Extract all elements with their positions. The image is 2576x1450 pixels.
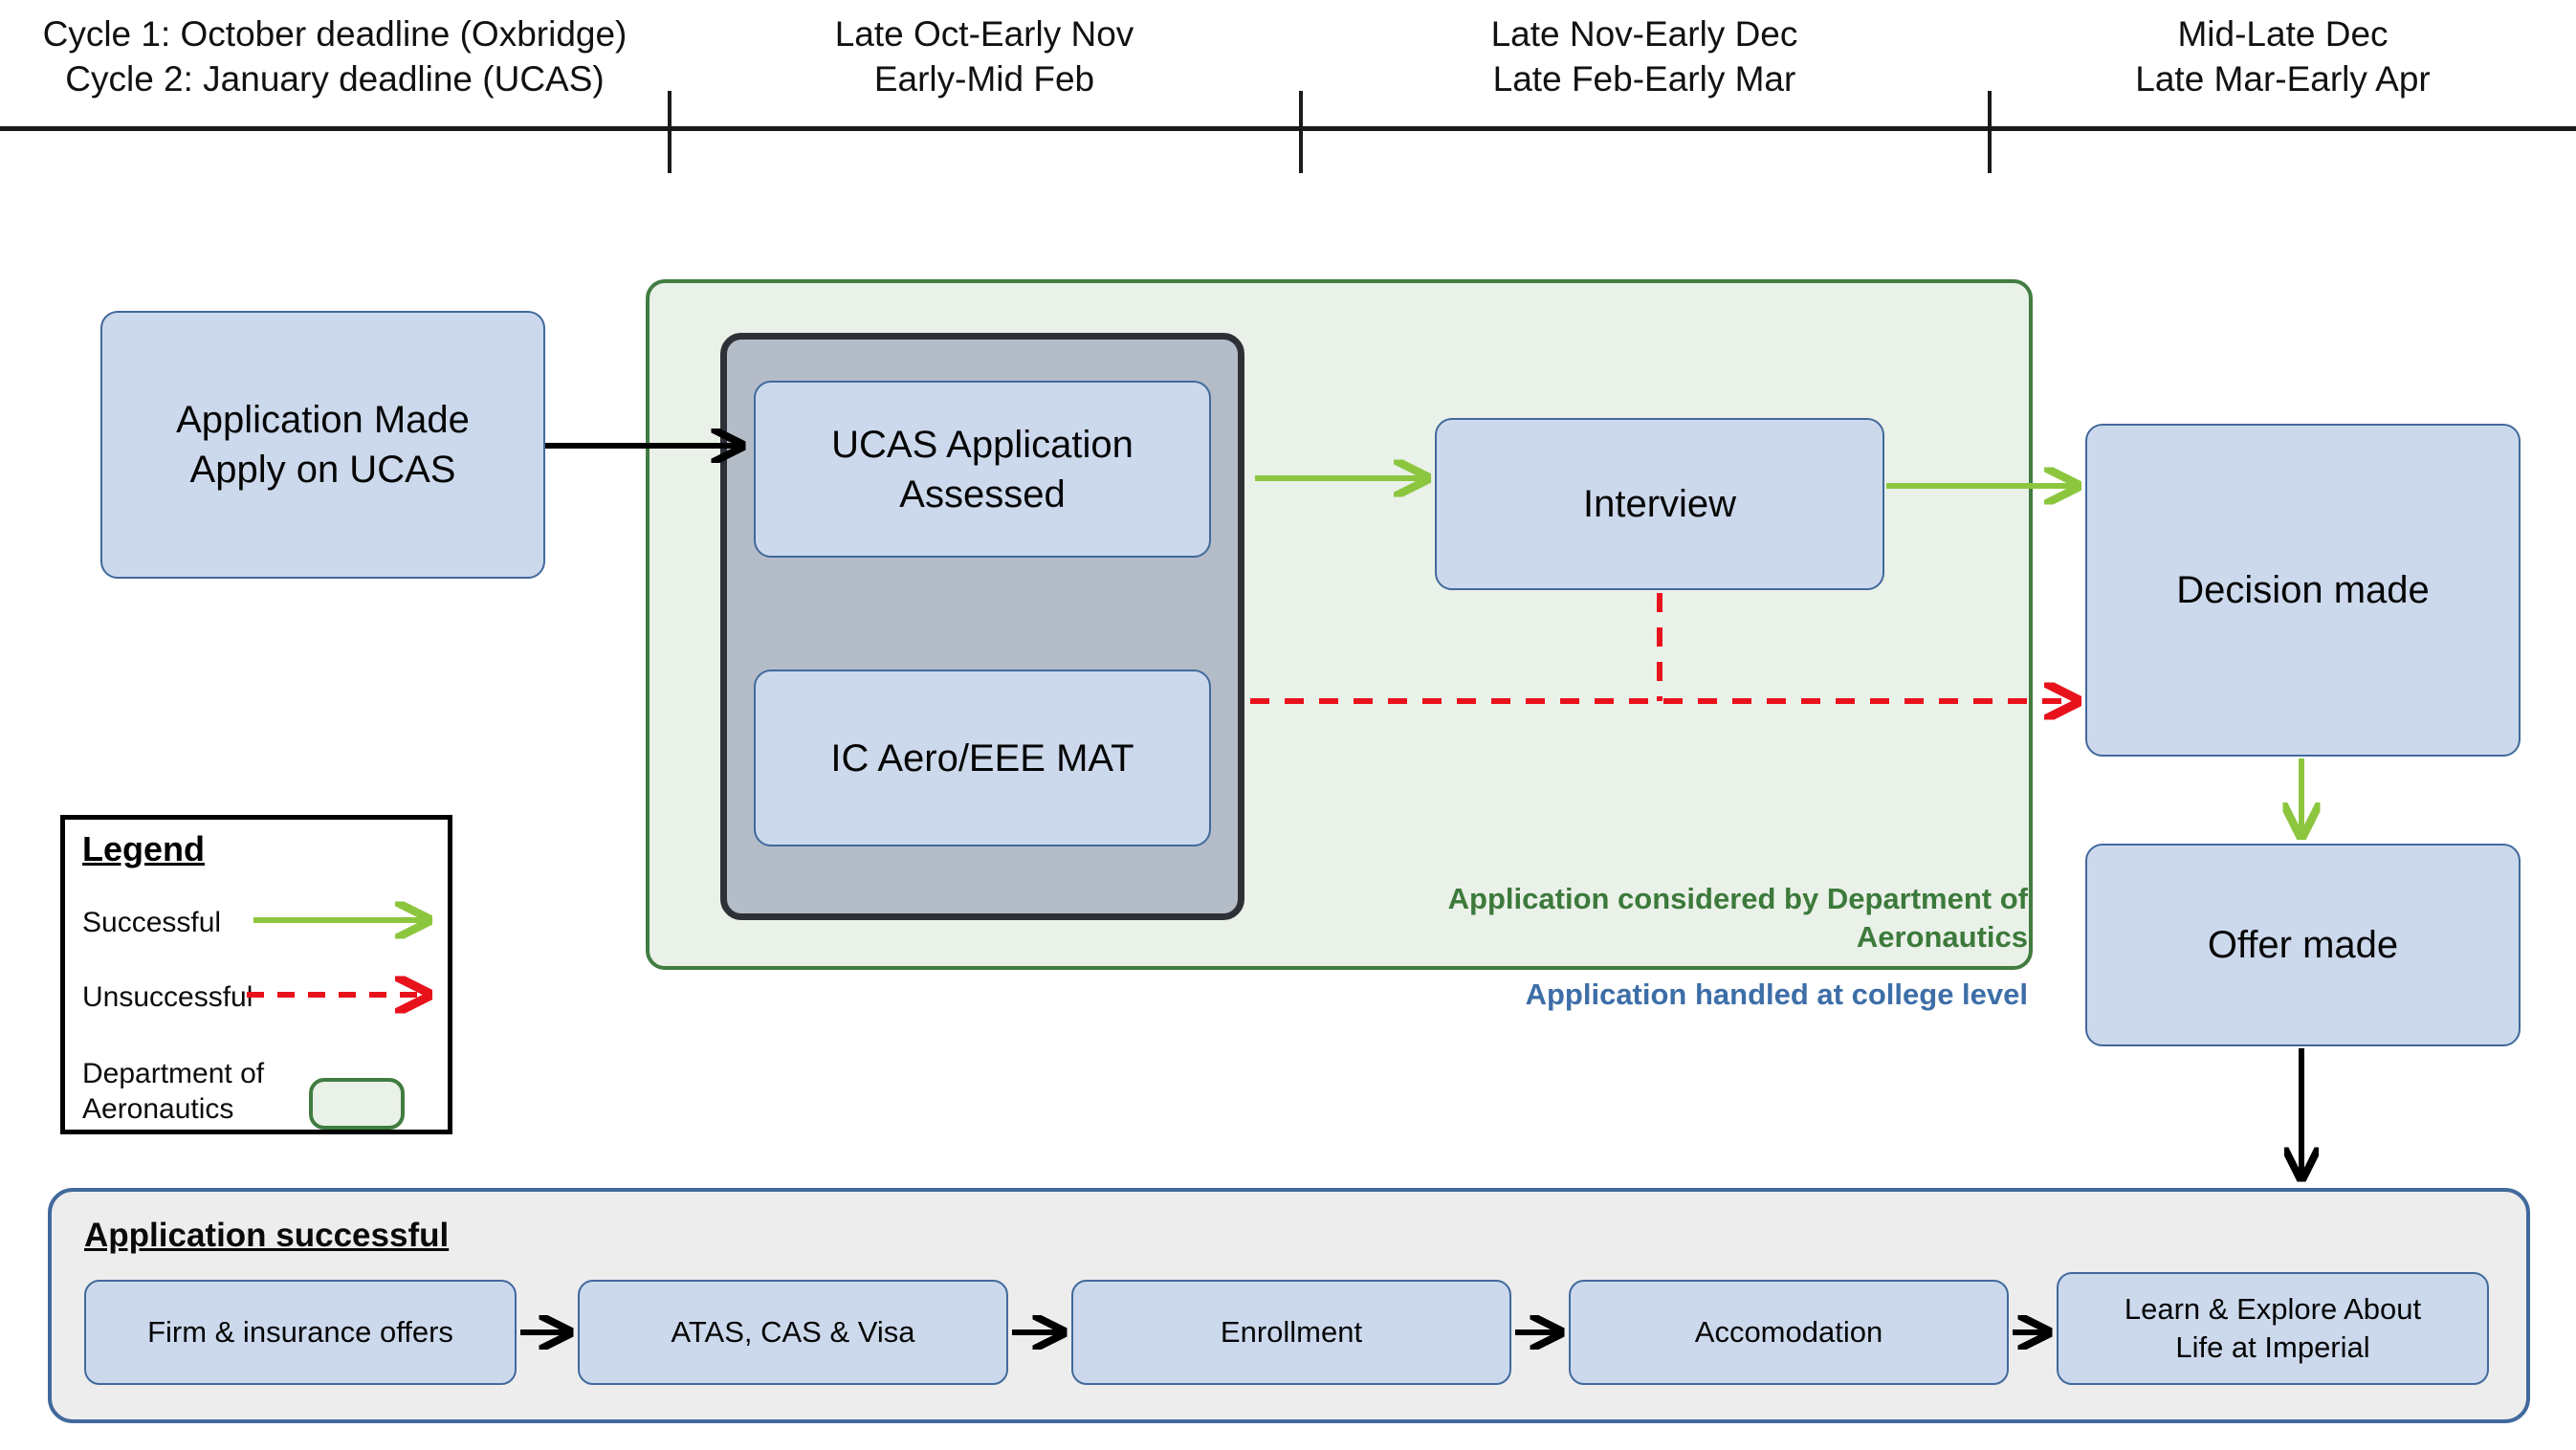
application-successful-title: Application successful: [84, 1217, 450, 1254]
node-offer-made-label: Offer made: [2207, 924, 2399, 966]
success-step-5-line1: Learn & Explore About: [2124, 1291, 2422, 1326]
legend-department-label-line2: Aeronautics: [82, 1092, 234, 1125]
timeline-period-1-line1: Cycle 1: October deadline (Oxbridge): [42, 14, 627, 54]
timeline-period-4: Mid-Late Dec Late Mar-Early Apr: [1990, 11, 2576, 102]
timeline-period-3-line2: Late Feb-Early Mar: [1492, 59, 1796, 99]
success-step-4-label: Accomodation: [1694, 1314, 1883, 1349]
success-step-accomodation[interactable]: Accomodation: [1569, 1280, 2009, 1385]
legend-department-swatch: [309, 1078, 405, 1130]
node-ic-aero-eee-mat[interactable]: IC Aero/EEE MAT: [754, 670, 1211, 846]
node-ucas-application-assessed[interactable]: UCAS Application Assessed: [754, 381, 1211, 558]
node-interview[interactable]: Interview: [1435, 418, 1884, 590]
node-decision-made[interactable]: Decision made: [2085, 424, 2521, 757]
flowchart-canvas: Cycle 1: October deadline (Oxbridge) Cyc…: [0, 0, 2576, 1450]
timeline-period-1-line2: Cycle 2: January deadline (UCAS): [65, 59, 605, 99]
timeline-axis: [0, 126, 2576, 131]
success-step-3-label: Enrollment: [1220, 1314, 1363, 1349]
success-step-1-label: Firm & insurance offers: [147, 1314, 453, 1349]
legend-department-label: Department of Aeronautics: [82, 1057, 274, 1127]
legend-title: Legend: [82, 829, 206, 868]
node-ucas-assessed-line2: Assessed: [899, 472, 1066, 516]
legend-unsuccessful-label: Unsuccessful: [82, 981, 253, 1013]
timeline-tick-1: [668, 91, 672, 173]
timeline-period-2: Late Oct-Early Nov Early-Mid Feb: [670, 11, 1299, 102]
node-application-made-line2: Apply on UCAS: [189, 449, 456, 491]
legend-successful-label: Successful: [82, 907, 222, 938]
node-ucas-assessed-line1: UCAS Application: [831, 423, 1134, 466]
node-mat-label: IC Aero/EEE MAT: [830, 736, 1134, 780]
node-decision-made-label: Decision made: [2176, 569, 2430, 611]
timeline-period-3: Late Nov-Early Dec Late Feb-Early Mar: [1301, 11, 1988, 102]
timeline-tick-3: [1988, 91, 1992, 173]
node-application-made[interactable]: Application Made Apply on UCAS: [100, 311, 545, 579]
legend-panel: Legend Successful Unsuccessful Departmen…: [60, 815, 452, 1134]
timeline-tick-2: [1299, 91, 1303, 173]
timeline-period-3-line1: Late Nov-Early Dec: [1490, 14, 1798, 54]
timeline-period-4-line2: Late Mar-Early Apr: [2135, 59, 2431, 99]
timeline-period-1: Cycle 1: October deadline (Oxbridge) Cyc…: [0, 11, 670, 102]
success-step-5-line2: Life at Imperial: [2175, 1330, 2370, 1364]
legend-department-label-line1: Department of: [82, 1058, 265, 1089]
timeline-period-2-line2: Early-Mid Feb: [873, 59, 1095, 99]
success-step-atas-cas-visa[interactable]: ATAS, CAS & Visa: [578, 1280, 1008, 1385]
success-step-firm-insurance-offers[interactable]: Firm & insurance offers: [84, 1280, 517, 1385]
timeline-period-4-line1: Mid-Late Dec: [2177, 14, 2389, 54]
success-step-enrollment[interactable]: Enrollment: [1071, 1280, 1511, 1385]
timeline-period-2-line1: Late Oct-Early Nov: [834, 14, 1134, 54]
node-interview-label: Interview: [1582, 483, 1737, 525]
department-scope-note-line1: Application considered by: [1447, 882, 1819, 915]
success-step-2-label: ATAS, CAS & Visa: [671, 1314, 915, 1349]
college-scope-note: Application handled at college level: [1525, 978, 2028, 1011]
department-scope-note-line2: Department of Aeronautics: [1826, 882, 2028, 955]
node-application-made-line1: Application Made: [176, 399, 470, 441]
success-step-learn-explore[interactable]: Learn & Explore About Life at Imperial: [2057, 1272, 2489, 1385]
department-scope-note: Application considered by Department of …: [1435, 880, 2028, 957]
node-offer-made[interactable]: Offer made: [2085, 844, 2521, 1046]
